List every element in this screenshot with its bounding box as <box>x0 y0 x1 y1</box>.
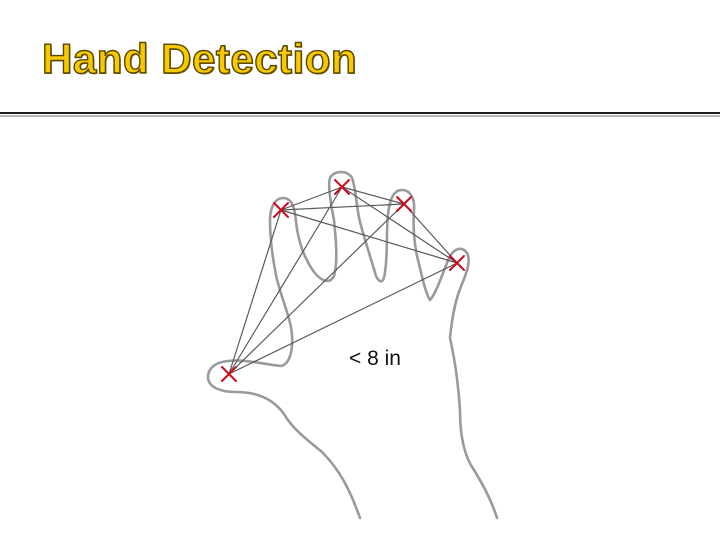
ring-tip-marker <box>334 179 350 195</box>
slide: Hand Detection < 8 in <box>0 0 720 540</box>
thumb-tip-marker <box>221 366 237 382</box>
connection-line <box>280 203 405 211</box>
connection-line <box>280 186 343 211</box>
hand-detection-diagram: < 8 in <box>206 170 499 520</box>
hand-outline <box>206 170 499 520</box>
distance-label: < 8 in <box>349 347 401 370</box>
index-tip-marker <box>449 255 465 271</box>
